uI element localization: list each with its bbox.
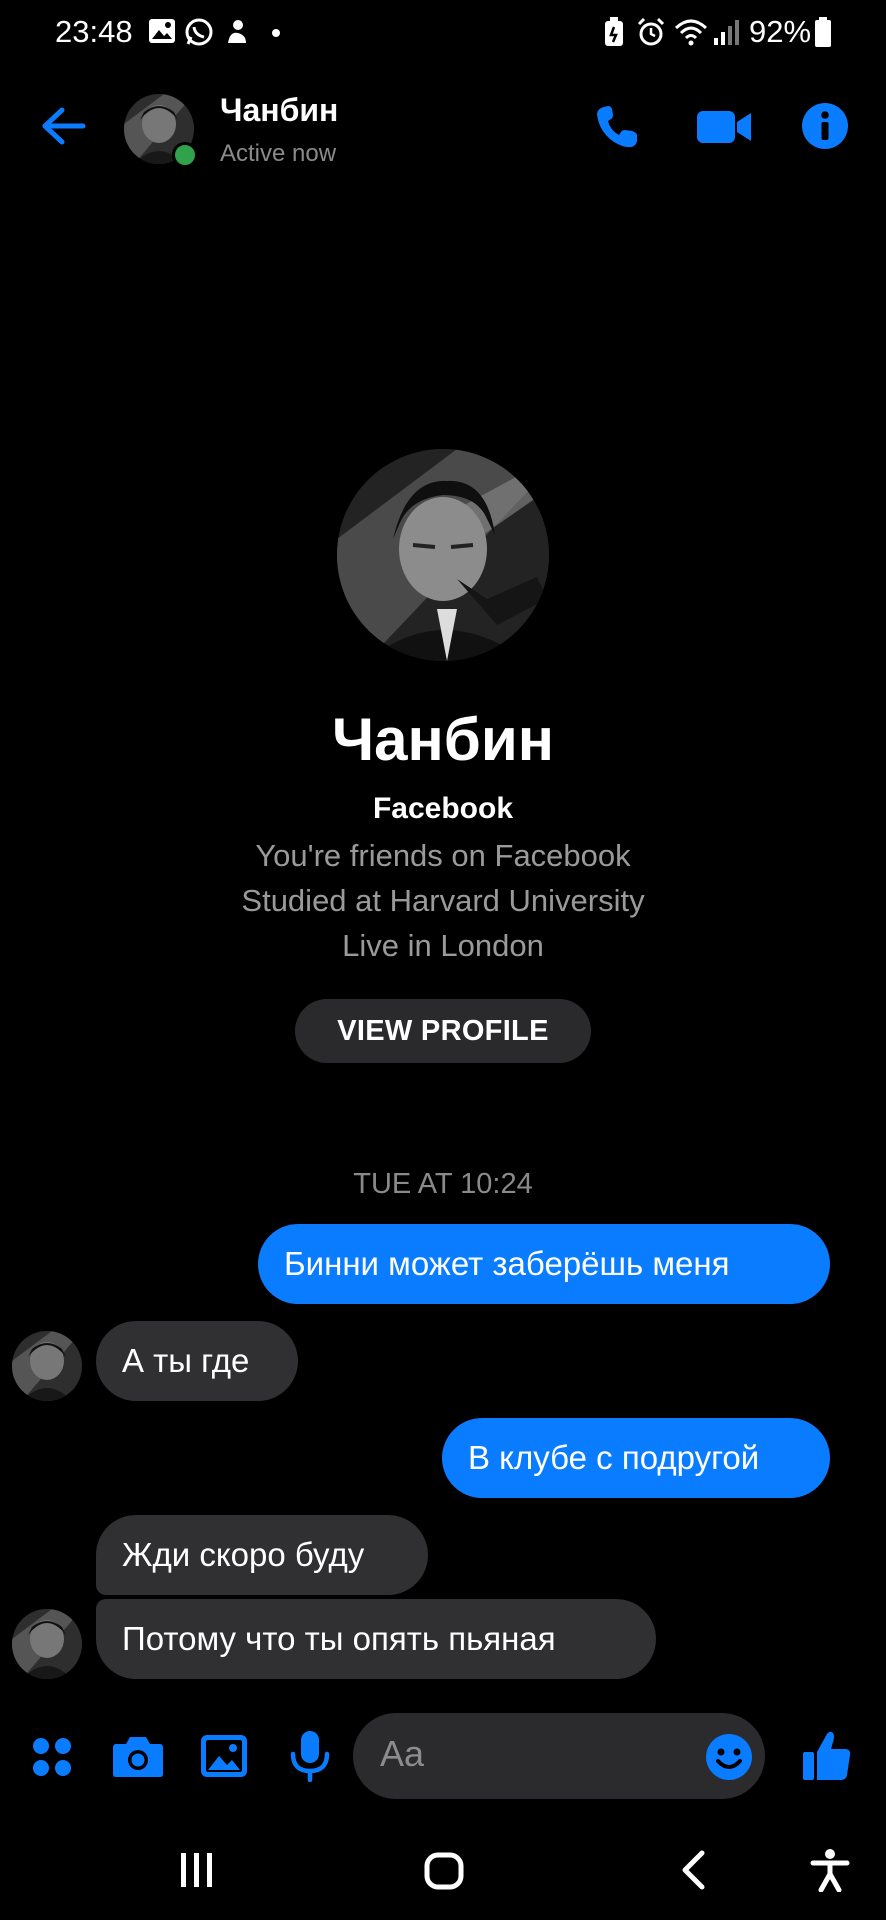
accessibility-icon[interactable]	[810, 1848, 850, 1892]
phone-icon[interactable]	[594, 104, 640, 150]
wifi-icon	[674, 18, 708, 46]
message-input-placeholder[interactable]: Aa	[380, 1733, 424, 1775]
sender-avatar[interactable]	[12, 1609, 82, 1679]
message-outgoing[interactable]: В клубе с подругой	[442, 1418, 830, 1498]
battery-percent: 92%	[749, 14, 812, 49]
message-outgoing[interactable]: Бинни может заберёшь меня	[258, 1224, 830, 1304]
profile-education-line: Studied at Harvard University	[241, 883, 645, 918]
signal-icon	[712, 18, 740, 46]
apps-icon[interactable]	[30, 1735, 74, 1779]
profile-location-line: Live in London	[342, 928, 544, 963]
info-icon[interactable]	[802, 103, 848, 149]
emoji-icon[interactable]	[705, 1733, 753, 1781]
profile-platform: Facebook	[372, 792, 514, 825]
whatsapp-notification-icon	[184, 17, 214, 47]
message-incoming[interactable]: А ты где	[96, 1321, 298, 1401]
conversation-timestamp: TUE AT 10:24	[353, 1168, 533, 1200]
profile-name: Чанбин	[332, 706, 554, 773]
profile-friends-line: You're friends on Facebook	[255, 838, 631, 873]
more-notifications-dot	[272, 29, 280, 37]
camera-icon[interactable]	[112, 1734, 164, 1778]
view-profile-button[interactable]: VIEW PROFILE	[295, 999, 591, 1063]
contact-name[interactable]: Чанбин	[220, 92, 338, 129]
thumbs-up-icon[interactable]	[802, 1730, 852, 1782]
home-icon[interactable]	[424, 1852, 464, 1890]
back-arrow-icon[interactable]	[40, 106, 86, 146]
profile-avatar[interactable]	[337, 449, 549, 661]
battery-icon	[814, 17, 832, 47]
back-icon[interactable]	[680, 1850, 706, 1890]
battery-saver-icon	[603, 17, 625, 47]
recent-apps-icon[interactable]	[178, 1852, 216, 1888]
status-time: 23:48	[55, 14, 133, 49]
message-incoming[interactable]: Потому что ты опять пьяная	[96, 1599, 656, 1679]
microphone-icon[interactable]	[290, 1730, 330, 1782]
gallery-icon[interactable]	[200, 1734, 248, 1778]
app-notification-icon	[222, 17, 252, 47]
sender-avatar[interactable]	[12, 1331, 82, 1401]
gallery-notification-icon	[148, 18, 176, 44]
message-incoming[interactable]: Жди скоро буду	[96, 1515, 428, 1595]
active-status: Active now	[220, 140, 337, 167]
alarm-icon	[636, 17, 666, 47]
online-indicator	[172, 142, 198, 168]
video-camera-icon[interactable]	[696, 108, 752, 146]
